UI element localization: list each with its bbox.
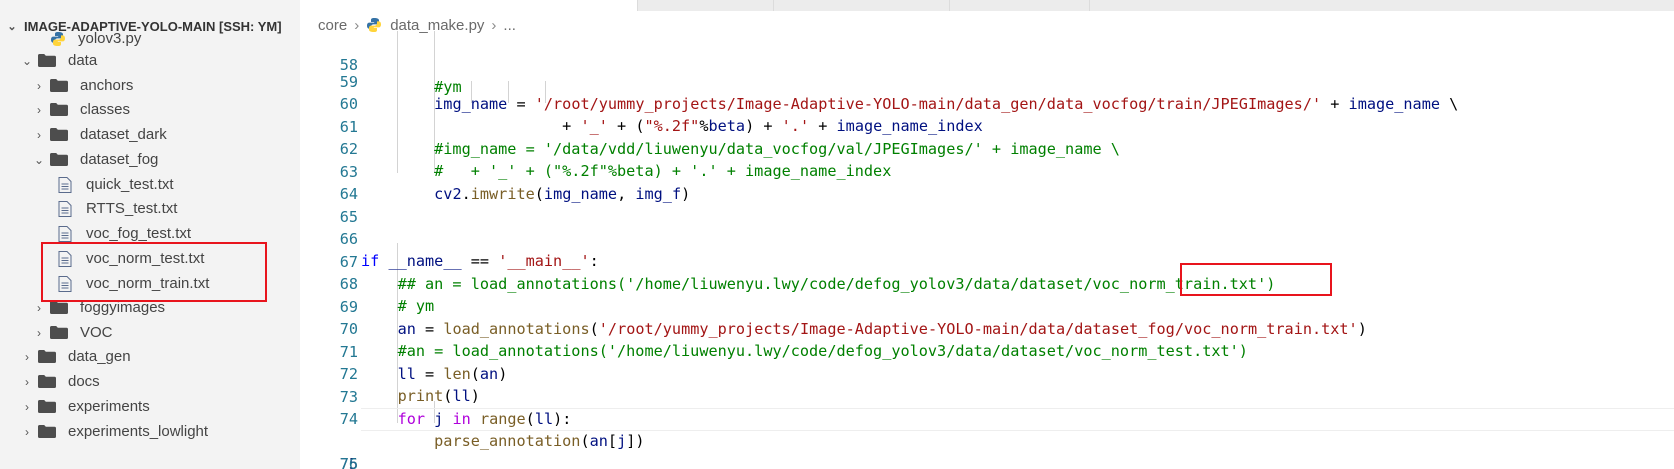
code-line: 71 ll = len(an) bbox=[300, 318, 1674, 384]
chevron-right-icon: › bbox=[25, 399, 29, 414]
tree-item-label: data_gen bbox=[68, 348, 131, 365]
tree-item-label: docs bbox=[68, 373, 100, 390]
chevron-right-icon: › bbox=[37, 127, 41, 142]
tree-item-rtts-test[interactable]: RTTS_test.txt bbox=[0, 196, 300, 221]
folder-icon bbox=[38, 375, 56, 388]
code-line: 74 parse_annotation(an[j]) bbox=[300, 385, 1674, 451]
tree-item-anchors[interactable]: › anchors bbox=[0, 73, 300, 98]
tab-4[interactable] bbox=[950, 0, 1090, 11]
code-line: 65 bbox=[300, 183, 1674, 226]
tree-item-experiments-lowlight[interactable]: › experiments_lowlight bbox=[0, 419, 300, 444]
tree-item-label: anchors bbox=[80, 77, 134, 94]
explorer-sidebar: ⌄ IMAGE-ADAPTIVE-YOLO-MAIN [SSH: YM] yol… bbox=[0, 0, 300, 469]
line-number: 76 bbox=[339, 454, 358, 469]
current-line-highlight bbox=[361, 408, 1674, 431]
tree-item-label: experiments bbox=[68, 398, 150, 415]
chevron-right-icon: › bbox=[25, 349, 29, 364]
code-line: 60 + '_' + ("%.2f"%beta) + '.' + image_n… bbox=[300, 70, 1674, 136]
folder-icon bbox=[38, 400, 56, 413]
tree-item-voc[interactable]: › VOC bbox=[0, 320, 300, 345]
code-line: 73 for j in range(ll): bbox=[300, 363, 1674, 429]
tree-item-label: dataset_fog bbox=[80, 151, 159, 168]
chevron-down-icon: ⌄ bbox=[33, 152, 45, 167]
chevron-right-icon: › bbox=[37, 325, 41, 340]
code-line: 76 bbox=[300, 430, 1674, 469]
code-line: 70 #an = load_annotations('/home/liuweny… bbox=[300, 295, 1674, 361]
tab-2[interactable] bbox=[638, 0, 774, 11]
folder-icon bbox=[50, 128, 68, 141]
tree-item-label: classes bbox=[80, 101, 131, 118]
tree-item-label: data bbox=[68, 52, 98, 69]
tree-item-label: RTTS_test.txt bbox=[86, 200, 178, 217]
code-line: 61 #img_name = '/data/vdd/liuwenyu/data_… bbox=[300, 93, 1674, 159]
chevron-down-icon: ⌄ bbox=[21, 53, 33, 68]
code-line: 63 cv2.imwrite(img_name, img_f) bbox=[300, 138, 1674, 204]
code-line: 62 # + '_' + ("%.2f"%beta) + '.' + image… bbox=[300, 115, 1674, 181]
tab-data-make[interactable] bbox=[300, 0, 638, 11]
chevron-right-icon: › bbox=[37, 300, 41, 315]
tree-item-docs[interactable]: › docs bbox=[0, 369, 300, 394]
chevron-right-icon: › bbox=[37, 102, 41, 117]
file-text-icon bbox=[58, 176, 72, 193]
code-line: 69 an = load_annotations('/root/yummy_pr… bbox=[300, 273, 1674, 339]
tree-item-label: dataset_dark bbox=[80, 126, 167, 143]
tab-3[interactable] bbox=[774, 0, 950, 11]
folder-icon bbox=[38, 54, 56, 67]
folder-icon bbox=[38, 350, 56, 363]
code-line: 66 if __name__ == '__main__': bbox=[300, 205, 1674, 271]
editor-tab-bar bbox=[300, 0, 1674, 11]
code-line: 59 img_name = '/root/yummy_projects/Imag… bbox=[300, 48, 1674, 114]
folder-icon bbox=[50, 301, 68, 314]
code-line: 64 bbox=[300, 160, 1674, 203]
tree-item-label: experiments_lowlight bbox=[68, 423, 209, 440]
folder-icon bbox=[50, 79, 68, 92]
tree-item-experiments[interactable]: › experiments bbox=[0, 394, 300, 419]
chevron-right-icon: › bbox=[25, 424, 29, 439]
tree-item-quick-test[interactable]: quick_test.txt bbox=[0, 172, 300, 197]
annotation-box-path bbox=[1180, 263, 1332, 296]
code-line: 67 ## an = load_annotations('/home/liuwe… bbox=[300, 228, 1674, 294]
chevron-right-icon: › bbox=[25, 374, 29, 389]
code-line: 68 # ym bbox=[300, 250, 1674, 316]
folder-icon bbox=[50, 103, 68, 116]
tree-item-dataset-fog[interactable]: ⌄ dataset_fog bbox=[0, 147, 300, 172]
tree-item-data-gen[interactable]: › data_gen bbox=[0, 344, 300, 369]
file-text-icon bbox=[58, 200, 72, 217]
code-line: 72 print(ll) bbox=[300, 340, 1674, 406]
tree-item-label: quick_test.txt bbox=[86, 176, 174, 193]
code-line-current: 75 bbox=[300, 408, 1674, 469]
folder-icon bbox=[50, 153, 68, 166]
folder-icon bbox=[50, 326, 68, 339]
python-file-icon bbox=[50, 31, 65, 47]
file-text-icon bbox=[58, 225, 72, 242]
tree-item-label: VOC bbox=[80, 324, 113, 341]
tree-item-dataset-dark[interactable]: › dataset_dark bbox=[0, 122, 300, 147]
chevron-right-icon: › bbox=[37, 78, 41, 93]
folder-icon bbox=[38, 425, 56, 438]
tree-item-data[interactable]: ⌄ data bbox=[0, 48, 300, 73]
tree-item-classes[interactable]: › classes bbox=[0, 97, 300, 122]
annotation-box-files bbox=[41, 242, 267, 302]
code-editor[interactable]: 58 #ym 59 img_name = '/root/yummy_projec… bbox=[300, 31, 1674, 469]
